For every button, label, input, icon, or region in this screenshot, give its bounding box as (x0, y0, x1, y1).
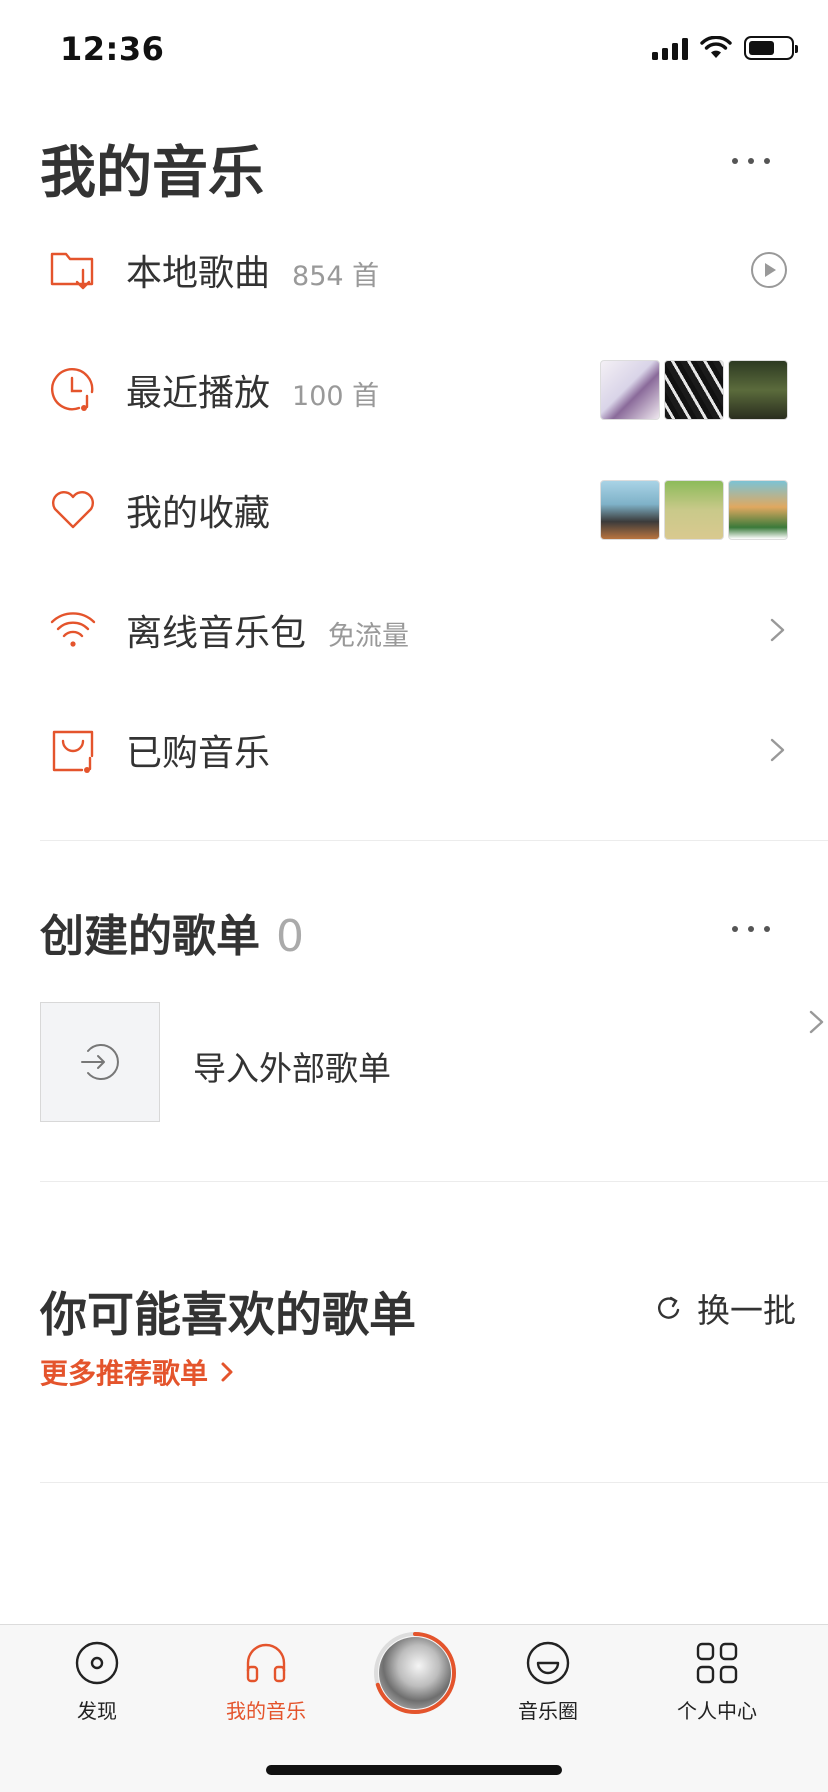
import-playlist-row[interactable]: 导入外部歌单 (40, 1002, 828, 1122)
favorite-album-thumbnails (600, 480, 788, 540)
wifi-icon (700, 36, 732, 58)
smile-circle-icon (526, 1641, 570, 1685)
tab-label: 音乐圈 (518, 1699, 578, 1723)
import-playlist-thumbnail (40, 1002, 160, 1122)
section-title: 创建的歌单 (40, 911, 260, 962)
album-cover (664, 480, 724, 540)
refresh-icon (658, 1296, 680, 1319)
status-bar: 12:36 (0, 0, 828, 100)
refresh-label: 换一批 (697, 1291, 796, 1330)
tab-label: 个人中心 (677, 1699, 757, 1723)
album-cover (600, 360, 660, 420)
more-options-button[interactable] (724, 150, 778, 172)
recommend-title: 你可能喜欢的歌单 (40, 1288, 416, 1343)
divider (40, 840, 828, 841)
status-icons (652, 36, 798, 60)
tab-my-music[interactable]: 我的音乐 (206, 1637, 326, 1724)
menu-item-local-songs[interactable]: 本地歌曲 854 首 (0, 220, 828, 320)
headphones-icon (246, 1643, 286, 1683)
divider (40, 1181, 828, 1182)
shopping-bag-music-icon (48, 725, 98, 775)
album-cover (728, 480, 788, 540)
heart-icon (48, 485, 98, 535)
home-indicator (266, 1765, 562, 1775)
more-recommend-link[interactable]: 更多推荐歌单 (40, 1352, 234, 1392)
now-playing-button[interactable] (373, 1631, 457, 1715)
chevron-right-icon (809, 1010, 824, 1034)
album-cover (600, 480, 660, 540)
menu-item-offline-package[interactable]: 离线音乐包 免流量 (0, 580, 828, 680)
tab-label: 我的音乐 (226, 1699, 306, 1723)
tab-discover[interactable]: 发现 (37, 1637, 157, 1724)
tab-profile[interactable]: 个人中心 (657, 1637, 777, 1724)
play-circle-icon[interactable] (750, 251, 788, 289)
menu-item-label: 我的收藏 (126, 493, 271, 534)
song-count: 100 首 (292, 381, 380, 412)
clock-music-icon (48, 365, 98, 415)
wifi-offline-icon (48, 605, 98, 655)
created-playlists-heading: 创建的歌单 0 (40, 900, 304, 964)
chevron-right-icon (770, 618, 785, 642)
refresh-button[interactable]: 换一批 (655, 1284, 796, 1332)
playlist-more-options-button[interactable] (724, 918, 778, 940)
playlist-count: 0 (276, 911, 304, 962)
tab-label: 发现 (77, 1699, 117, 1723)
menu-item-label: 本地歌曲 (126, 253, 271, 294)
menu-item-purchased[interactable]: 已购音乐 (0, 700, 828, 800)
chevron-right-icon (770, 738, 785, 762)
menu-item-favorites[interactable]: 我的收藏 (0, 460, 828, 560)
album-cover (664, 360, 724, 420)
battery-icon (744, 36, 798, 60)
data-free-note: 免流量 (328, 621, 410, 652)
menu-item-recent-played[interactable]: 最近播放 100 首 (0, 340, 828, 440)
import-icon (81, 1044, 119, 1080)
folder-download-icon (48, 245, 98, 295)
menu-item-label: 最近播放 (126, 373, 271, 414)
status-time: 12:36 (60, 30, 165, 68)
recent-album-thumbnails (600, 360, 788, 420)
album-cover (728, 360, 788, 420)
menu-item-label: 离线音乐包 (126, 613, 307, 654)
cellular-signal-icon (652, 36, 688, 60)
tab-music-circle[interactable]: 音乐圈 (488, 1637, 608, 1724)
tab-bar: 发现 我的音乐 音乐圈 个人中心 (0, 1624, 828, 1792)
import-playlist-label: 导入外部歌单 (193, 1049, 391, 1088)
divider (40, 1482, 828, 1483)
now-playing-cover (379, 1637, 451, 1709)
page-title: 我的音乐 (40, 141, 264, 206)
grid-icon (696, 1642, 738, 1684)
song-count: 854 首 (292, 261, 380, 292)
chevron-right-icon (221, 1362, 233, 1382)
menu-item-label: 已购音乐 (126, 733, 271, 774)
disc-icon (75, 1641, 119, 1685)
more-recommend-label: 更多推荐歌单 (40, 1357, 209, 1390)
